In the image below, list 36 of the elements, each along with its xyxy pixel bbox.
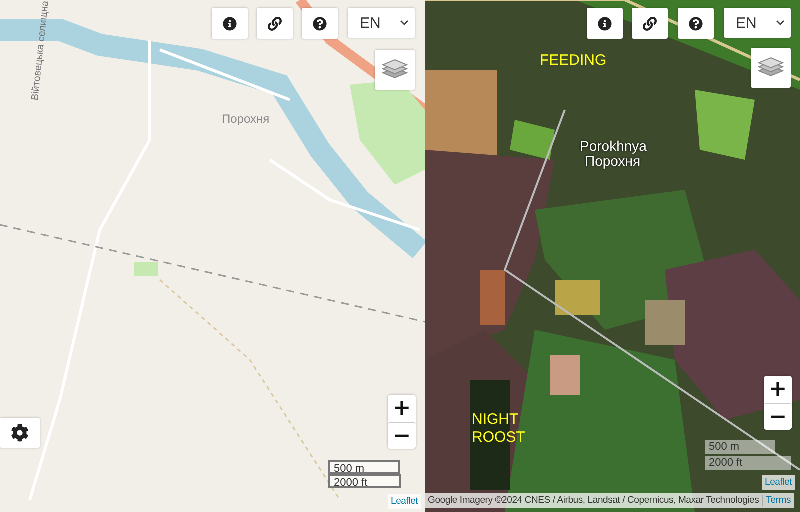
layers-button[interactable]	[375, 50, 415, 90]
info-button[interactable]	[587, 8, 623, 39]
language-select[interactable]: EN	[724, 8, 791, 38]
info-button[interactable]	[212, 8, 248, 39]
attribution-text: Google Imagery ©2024 CNES / Airbus, Landsat / Copernicus, Maxar Technologies	[425, 495, 764, 506]
link-icon	[268, 16, 282, 30]
zoom-out-button[interactable]: −	[764, 403, 792, 430]
zoom-out-button[interactable]: −	[388, 422, 416, 449]
scale-bar: 500 m	[705, 440, 775, 454]
language-select[interactable]: EN	[348, 8, 415, 38]
caret-icon	[776, 20, 785, 26]
map-label: Порохня	[222, 112, 270, 126]
settings-button[interactable]	[0, 418, 40, 448]
map-label: Війтовецька селищна	[30, 0, 52, 102]
layers-button[interactable]	[751, 48, 791, 88]
link-button[interactable]	[632, 8, 668, 39]
zoom-in-button[interactable]: +	[764, 376, 792, 403]
attribution-link[interactable]: Leaflet	[388, 496, 422, 507]
map-label: FEEDING	[540, 52, 607, 70]
info-icon	[223, 16, 237, 30]
link-button[interactable]	[257, 8, 293, 39]
help-button[interactable]	[678, 8, 714, 39]
caret-icon	[400, 20, 409, 26]
map-label: Porokhnya	[580, 138, 647, 154]
map-label: NIGHT ROOST	[472, 411, 526, 447]
link-icon	[643, 16, 657, 30]
scale-bar: 500 m	[328, 460, 400, 474]
settings-icon	[11, 424, 29, 442]
zoom-in-button[interactable]: +	[388, 395, 416, 422]
help-icon	[689, 16, 703, 30]
info-icon	[598, 16, 612, 30]
help-button[interactable]	[302, 8, 338, 39]
help-icon	[313, 16, 327, 30]
map-label: Порохня	[585, 153, 641, 169]
scale-bar: 2000 ft	[328, 474, 401, 488]
scale-bar: 2000 ft	[705, 456, 791, 470]
